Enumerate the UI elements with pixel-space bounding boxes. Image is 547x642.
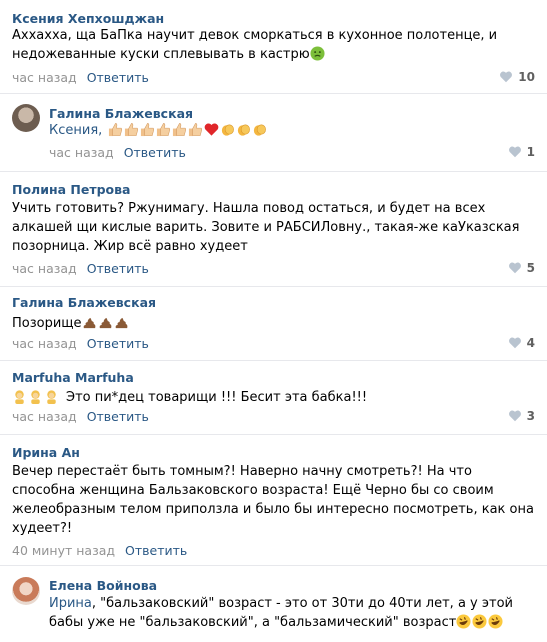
comment-author[interactable]: Ксения Хепхошджан bbox=[12, 11, 164, 26]
comment: Галина Блажевская Позорище час назад Отве… bbox=[0, 287, 547, 361]
person-blond-icon bbox=[15, 390, 24, 404]
comment-time[interactable]: час назад bbox=[12, 336, 77, 351]
person-blond-icon bbox=[47, 390, 56, 404]
emoji-row bbox=[104, 123, 268, 138]
comment-reply: Елена Войнова Ирина, "бальзаковский" воз… bbox=[0, 566, 547, 642]
comment-text-fragment: , "бальзаковский" возраст - это от 30ти … bbox=[91, 596, 513, 611]
reply-button[interactable]: Ответить bbox=[87, 336, 149, 351]
comment-text: Позорище bbox=[12, 314, 130, 333]
comment-meta: час назад Ответить bbox=[12, 70, 149, 85]
avatar[interactable] bbox=[12, 104, 40, 132]
comment-text-line: Вечер перестаёт быть томным?! Наверно на… bbox=[12, 464, 472, 479]
reply-button[interactable]: Ответить bbox=[87, 70, 149, 85]
clapping-hands-icon bbox=[254, 124, 267, 136]
comment-text-line: недожеванные куски сплевывать в кастрю bbox=[12, 45, 497, 64]
comment-author[interactable]: Елена Войнова bbox=[49, 578, 157, 593]
comment-text: Ирина, "бальзаковский" возраст - это от … bbox=[49, 594, 513, 632]
comment-text-line: Ирина, "бальзаковский" возраст - это от … bbox=[49, 594, 513, 613]
pile-of-poo-icon bbox=[115, 317, 127, 329]
comment-meta: час назад Ответить bbox=[12, 261, 149, 276]
rolling-laughing-icon bbox=[472, 614, 487, 629]
heart-icon bbox=[508, 262, 521, 274]
comment-meta: час назад Ответить bbox=[12, 336, 149, 351]
comment-text-line: позорница. Жир всё равно худеет bbox=[12, 239, 248, 254]
comment-meta: час назад Ответить bbox=[12, 409, 149, 424]
comment-meta: час назад Ответить bbox=[49, 145, 186, 160]
comment-text-line: худеет?! bbox=[12, 521, 73, 536]
comment: Полина Петрова Учить готовить? Ржунимагу… bbox=[0, 172, 547, 287]
like-count: 4 bbox=[526, 336, 535, 350]
comment-text-fragment: бабы уже не "бальзаковский", а "бальзами… bbox=[49, 615, 457, 630]
comment-text-line: бабы уже не "бальзаковский", а "бальзами… bbox=[49, 613, 513, 632]
heart-icon bbox=[508, 337, 521, 349]
comment-text: Это пи*дец товарищи !!! Бесит эта бабка!… bbox=[12, 388, 367, 407]
reply-button[interactable]: Ответить bbox=[124, 145, 186, 160]
like-button[interactable]: 1 bbox=[508, 145, 535, 159]
comment-text: Ксения, bbox=[49, 121, 268, 140]
comment-time[interactable]: час назад bbox=[12, 409, 77, 424]
comment-text-line: алкашей щи кислые варить. Зовите и РАБСИ… bbox=[12, 220, 520, 235]
heart-icon bbox=[508, 410, 521, 422]
comment: Ирина Ан Вечер перестаёт быть томным?! Н… bbox=[0, 435, 547, 566]
red-heart-icon bbox=[205, 123, 219, 136]
clapping-hands-icon bbox=[222, 124, 235, 136]
thumbs-up-icon bbox=[141, 123, 155, 137]
pile-of-poo-icon bbox=[83, 317, 95, 329]
reply-button[interactable]: Ответить bbox=[87, 409, 149, 424]
like-button[interactable]: 5 bbox=[508, 261, 535, 275]
comment-author[interactable]: Marfuha Marfuha bbox=[12, 370, 134, 385]
comment-text-line: Учить готовить? Ржунимагу. Нашла повод о… bbox=[12, 201, 486, 216]
comment-text-line: желеобразным телом приползла и было бы и… bbox=[12, 502, 534, 517]
comment-time[interactable]: час назад bbox=[12, 70, 77, 85]
comment-author[interactable]: Галина Блажевская bbox=[49, 106, 193, 121]
rolling-laughing-icon bbox=[488, 614, 503, 629]
comment-text: Учить готовить? Ржунимагу. Нашла повод о… bbox=[12, 199, 519, 256]
comment-meta: 40 минут назад Ответить bbox=[12, 543, 187, 558]
nauseated-face-icon bbox=[310, 46, 325, 61]
like-button[interactable]: 4 bbox=[508, 336, 535, 350]
avatar[interactable] bbox=[12, 577, 40, 605]
comment-text-fragment: недожеванные куски сплевывать в кастрю bbox=[12, 47, 310, 62]
thumbs-up-icon bbox=[157, 123, 171, 137]
pile-of-poo-icon bbox=[99, 317, 111, 329]
like-count: 3 bbox=[526, 409, 535, 423]
thumbs-up-icon bbox=[173, 123, 187, 137]
like-count: 1 bbox=[526, 145, 535, 159]
comment-text-line: Аххахха, ща БаПка научит девок сморкатьс… bbox=[12, 28, 498, 43]
comment-text: Аххахха, ща БаПка научит девок сморкатьс… bbox=[12, 26, 497, 64]
like-button[interactable]: 10 bbox=[499, 70, 535, 84]
comment-text-line: способна женщина Бальзаковского возраста… bbox=[12, 483, 494, 498]
heart-icon bbox=[508, 146, 521, 158]
like-count: 5 bbox=[526, 261, 535, 275]
comment-time[interactable]: 40 минут назад bbox=[12, 543, 115, 558]
thumbs-up-icon bbox=[109, 123, 123, 137]
reply-button[interactable]: Ответить bbox=[87, 261, 149, 276]
thumbs-up-icon bbox=[189, 123, 203, 137]
comment-author[interactable]: Галина Блажевская bbox=[12, 295, 156, 310]
comment-time[interactable]: час назад bbox=[49, 145, 114, 160]
comment: Marfuha Marfuha Это пи*дец товарищи !!! … bbox=[0, 361, 547, 435]
comment-time[interactable]: час назад bbox=[12, 261, 77, 276]
thumbs-up-icon bbox=[125, 123, 139, 137]
rolling-laughing-icon bbox=[456, 614, 471, 629]
comment-author[interactable]: Полина Петрова bbox=[12, 182, 130, 197]
comment-reply: Галина Блажевская Ксения, час назад Ответ… bbox=[0, 94, 547, 172]
comment-text-fragment: Это пи*дец товарищи !!! Бесит эта бабка!… bbox=[66, 390, 368, 405]
comment-text-fragment: Позорище bbox=[12, 316, 82, 331]
like-count: 10 bbox=[518, 70, 535, 84]
mention-link[interactable]: Ирина bbox=[49, 596, 92, 611]
comment: Ксения Хепхошджан Аххахха, ща БаПка науч… bbox=[0, 0, 547, 94]
comment-text: Вечер перестаёт быть томным?! Наверно на… bbox=[12, 462, 534, 538]
person-blond-icon bbox=[31, 390, 40, 404]
comment-author[interactable]: Ирина Ан bbox=[12, 445, 80, 460]
heart-icon bbox=[500, 71, 513, 83]
mention-link[interactable]: Ксения, bbox=[49, 123, 102, 138]
like-button[interactable]: 3 bbox=[508, 409, 535, 423]
clapping-hands-icon bbox=[238, 124, 251, 136]
reply-button[interactable]: Ответить bbox=[125, 543, 187, 558]
